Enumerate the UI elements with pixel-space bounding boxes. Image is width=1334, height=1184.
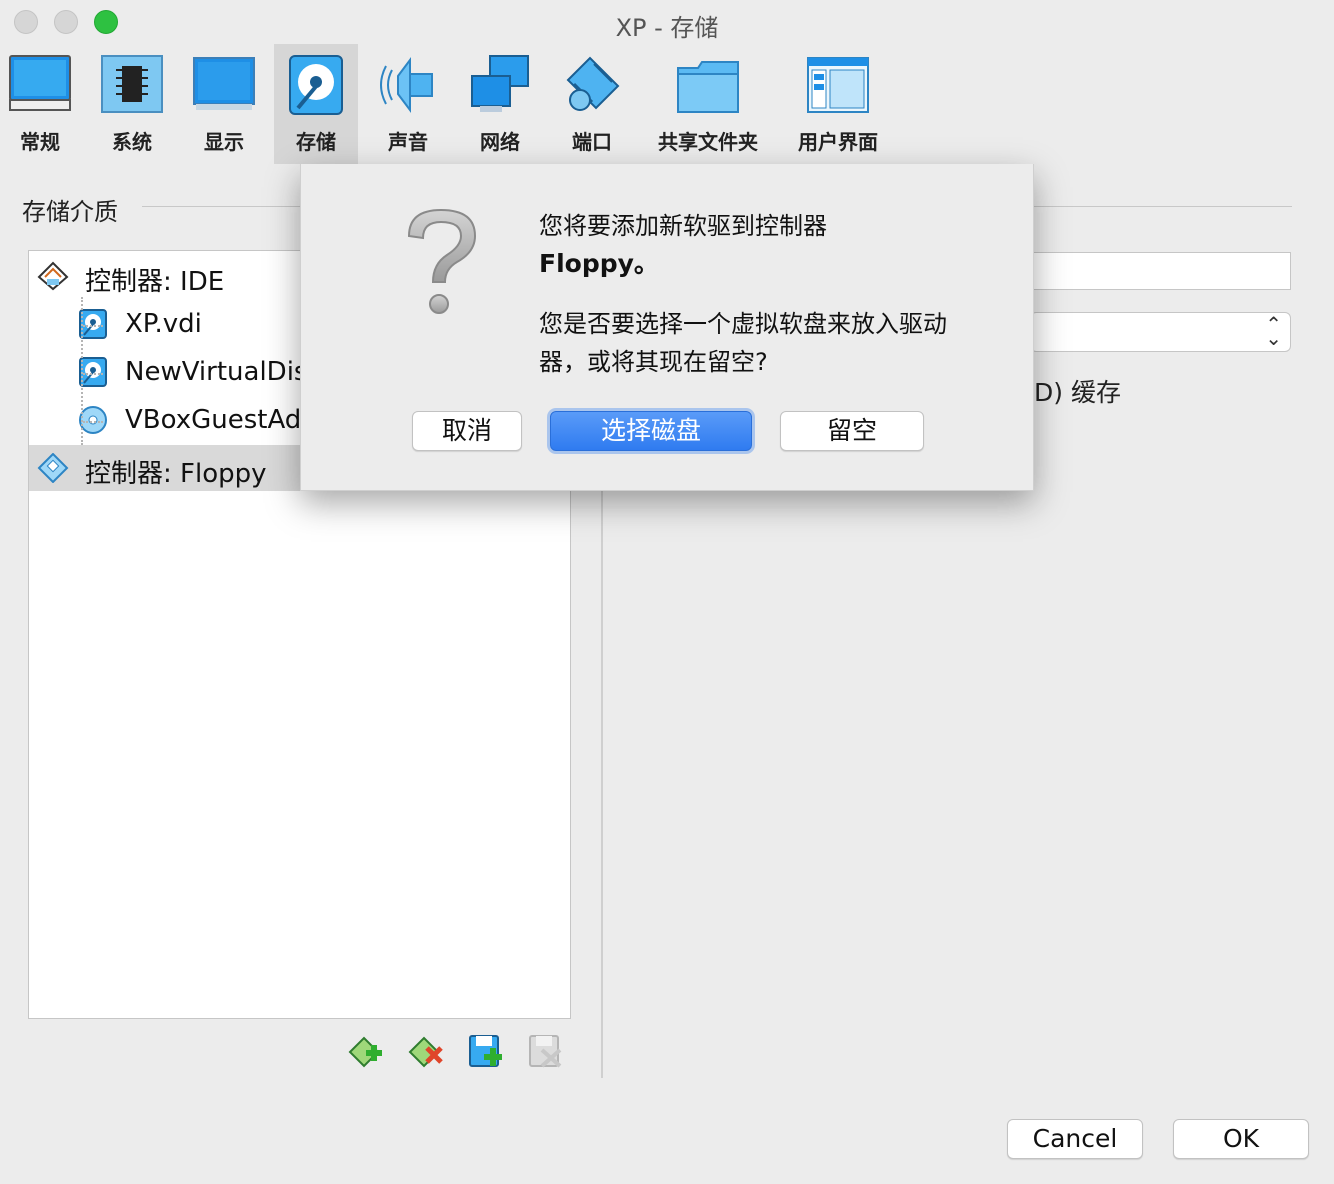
leave-empty-button[interactable]: 留空 [780,411,924,451]
tree-label: NewVirtualDisk [125,357,323,387]
tab-network[interactable]: 网络 [460,44,540,164]
tree-label: 控制器: IDE [85,267,225,297]
tab-general[interactable]: 常规 [0,44,80,164]
dialog-controller-name: Floppy。 [539,249,659,278]
ide-controller-icon [37,261,69,291]
storage-devices-heading: 存储介质 [22,198,118,226]
ok-button[interactable]: OK [1173,1119,1309,1159]
settings-toolbar: 常规 系统 显示 存储 声音 网络 端口 共享文件夹 用户界面 [0,44,1334,164]
cancel-button[interactable]: Cancel [1007,1119,1143,1159]
tab-ports[interactable]: 端口 [552,44,632,164]
tree-connector [83,325,103,327]
network-icon [471,55,529,112]
choose-disk-button[interactable]: 选择磁盘 [550,411,752,451]
tree-connector [83,373,103,375]
remove-controller-icon[interactable] [408,1034,444,1070]
general-monitor-icon [9,55,71,111]
add-controller-icon[interactable] [348,1034,384,1070]
tab-user-interface[interactable]: 用户界面 [788,44,888,164]
storage-disk-icon [289,55,343,115]
dialog-question: 您是否要选择一个虚拟软盘来放入驱动器，或将其现在留空? [539,310,947,376]
type-select[interactable]: ⌃ ⌄ [1030,312,1291,352]
host-io-cache-label: D) 缓存 [1034,378,1121,407]
tab-audio[interactable]: 声音 [368,44,448,164]
tab-system[interactable]: 系统 [92,44,172,164]
window-title: XP - 存储 [615,14,719,42]
title-bar: XP - 存储 [0,0,1334,44]
tree-connector [83,421,103,423]
dialog-message-line: 您将要添加新软驱到控制器 [539,212,827,240]
system-chip-icon [101,55,163,113]
display-monitor-icon [193,57,255,110]
audio-speaker-icon [380,57,433,113]
tree-label: 控制器: Floppy [85,459,267,489]
user-interface-icon [807,57,869,113]
serial-port-icon [566,56,620,111]
dialog-cancel-button[interactable]: 取消 [412,411,522,451]
tab-shared-folders[interactable]: 共享文件夹 [648,44,768,164]
floppy-controller-icon [37,453,69,483]
name-field[interactable] [1030,252,1291,290]
chevron-up-down-icon: ⌃ ⌄ [1265,312,1282,350]
add-attachment-icon[interactable] [468,1034,504,1070]
shared-folder-icon [677,61,739,113]
tab-storage[interactable]: 存储 [274,44,358,164]
add-floppy-dialog: 您将要添加新软驱到控制器 Floppy。 您是否要选择一个虚拟软盘来放入驱动器，… [300,164,1034,491]
remove-attachment-icon [529,1035,562,1068]
tab-display[interactable]: 显示 [184,44,264,164]
tree-label: XP.vdi [125,309,202,339]
question-mark-icon [407,208,477,314]
